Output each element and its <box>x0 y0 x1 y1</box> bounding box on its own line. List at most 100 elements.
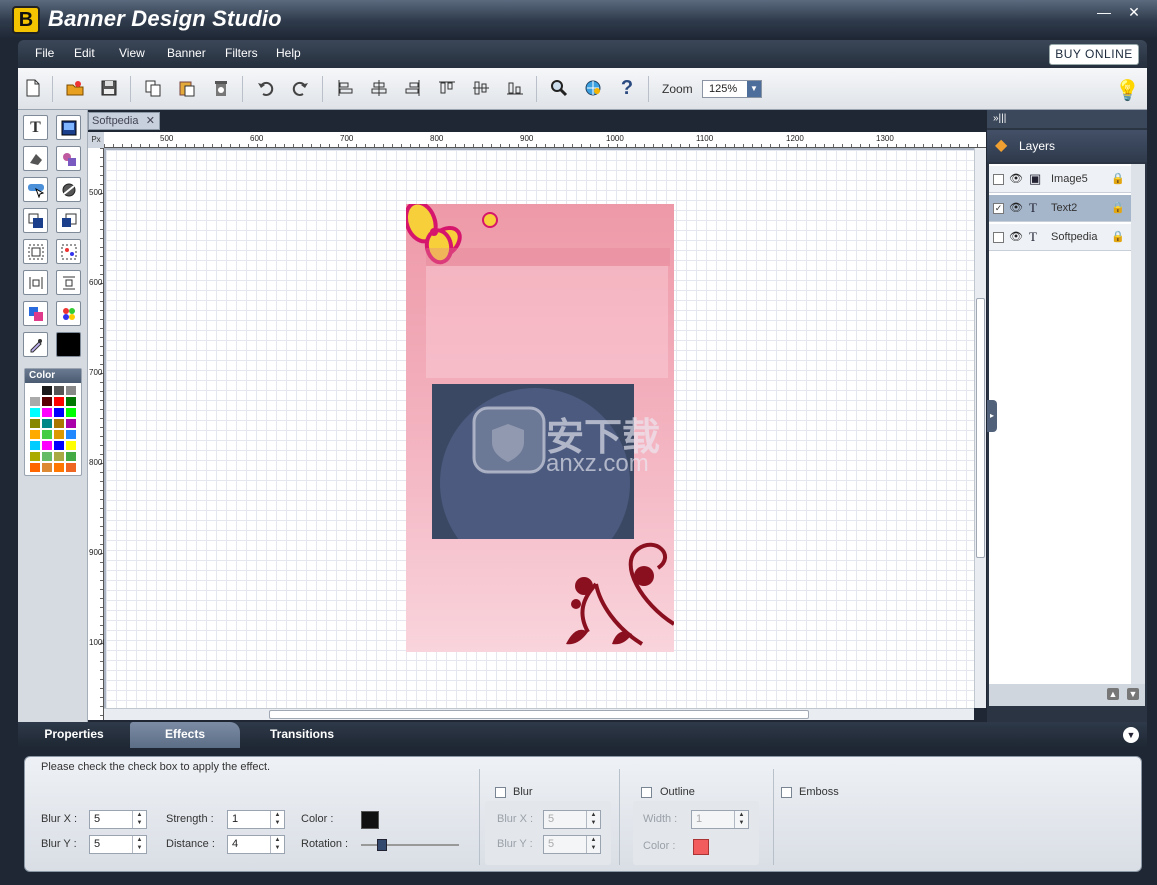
help-icon[interactable]: ? <box>616 77 638 99</box>
color-swatch[interactable] <box>53 462 65 473</box>
outline-color-swatch[interactable] <box>693 839 709 855</box>
magnifier-icon[interactable] <box>548 77 570 99</box>
color-swatch[interactable] <box>53 396 65 407</box>
button-tool-icon[interactable] <box>23 177 48 202</box>
send-backward-icon[interactable] <box>56 208 81 233</box>
image-tool-icon[interactable] <box>56 115 81 140</box>
color-swatch[interactable] <box>65 462 77 473</box>
paste-icon[interactable] <box>176 77 198 99</box>
eyedropper-icon[interactable] <box>23 332 48 357</box>
close-tab-icon[interactable]: ✕ <box>146 113 155 129</box>
layers-scrollbar[interactable] <box>1131 164 1145 684</box>
color-swatch[interactable] <box>41 385 53 396</box>
layer-row[interactable]: ✓ 👁 T Text2 🔒 <box>989 195 1131 222</box>
menu-view[interactable]: View <box>119 46 145 60</box>
redo-icon[interactable] <box>290 77 312 99</box>
distribute-h-icon[interactable] <box>23 270 48 295</box>
clipart-tool-icon[interactable] <box>56 146 81 171</box>
color-swatch[interactable] <box>29 451 41 462</box>
panel-splitter[interactable]: ▸ <box>987 400 997 432</box>
layer-checkbox[interactable] <box>993 232 1004 243</box>
color-swatch[interactable] <box>29 429 41 440</box>
menu-banner[interactable]: Banner <box>167 46 206 60</box>
shadow-blur-y-input[interactable]: 5 ▲ ▼ <box>89 835 147 854</box>
close-button[interactable]: ✕ <box>1119 2 1149 22</box>
menu-edit[interactable]: Edit <box>74 46 95 60</box>
color-swatch[interactable] <box>65 451 77 462</box>
undo-icon[interactable] <box>254 77 276 99</box>
color-swatch[interactable] <box>65 418 77 429</box>
color-swatch[interactable] <box>53 418 65 429</box>
lock-icon[interactable]: 🔒 <box>1111 172 1125 185</box>
color-swatch[interactable] <box>29 440 41 451</box>
color-swatch[interactable] <box>29 418 41 429</box>
shadow-strength-input[interactable]: 1 ▲ ▼ <box>227 810 285 829</box>
tab-transitions[interactable]: Transitions <box>248 722 356 748</box>
ungroup-icon[interactable] <box>56 239 81 264</box>
layer-checkbox[interactable] <box>993 174 1004 185</box>
color-swatch[interactable] <box>53 429 65 440</box>
text-tool-icon[interactable]: T <box>23 115 48 140</box>
color-wheel-icon[interactable] <box>56 301 81 326</box>
fill-tool-icon[interactable] <box>23 301 48 326</box>
tab-properties[interactable]: Properties <box>26 722 122 748</box>
layer-row[interactable]: 👁 ▣ Image5 🔒 <box>989 166 1131 193</box>
lock-icon[interactable]: 🔒 <box>1111 230 1125 243</box>
canvas-horizontal-scrollbar[interactable] <box>104 708 974 720</box>
color-swatch[interactable] <box>41 418 53 429</box>
align-top-icon[interactable] <box>436 77 458 99</box>
color-swatch[interactable] <box>65 407 77 418</box>
tip-bulb-icon[interactable]: 💡 <box>1115 78 1140 103</box>
blur-x-input[interactable]: 5 ▲ ▼ <box>543 810 601 829</box>
distribute-v-icon[interactable] <box>56 270 81 295</box>
color-swatch[interactable] <box>29 462 41 473</box>
panel-collapse-toggle[interactable]: »||| <box>987 110 1147 128</box>
color-swatch[interactable] <box>29 407 41 418</box>
shadow-color-swatch[interactable] <box>361 811 379 829</box>
current-color-swatch[interactable] <box>56 332 81 357</box>
eye-icon[interactable]: 👁 <box>1009 230 1023 243</box>
group-icon[interactable] <box>23 239 48 264</box>
color-swatch[interactable] <box>41 429 53 440</box>
color-swatch[interactable] <box>41 462 53 473</box>
ellipse-tool-icon[interactable] <box>56 177 81 202</box>
save-icon[interactable] <box>98 77 120 99</box>
outline-checkbox[interactable] <box>641 787 652 798</box>
collapse-panel-icon[interactable]: ▼ <box>1123 727 1139 743</box>
align-right-icon[interactable] <box>402 77 424 99</box>
chevron-down-icon[interactable]: ▼ <box>747 81 761 97</box>
new-file-icon[interactable] <box>22 77 44 99</box>
color-swatch[interactable] <box>41 396 53 407</box>
document-tab[interactable]: Softpedia ✕ <box>88 112 160 130</box>
layer-row[interactable]: 👁 T Softpedia 🔒 <box>989 224 1131 251</box>
outline-width-input[interactable]: 1 ▲ ▼ <box>691 810 749 829</box>
color-swatch[interactable] <box>41 440 53 451</box>
slider-knob[interactable] <box>377 839 387 851</box>
shadow-distance-input[interactable]: 4 ▲ ▼ <box>227 835 285 854</box>
move-layer-up-icon[interactable]: ▲ <box>1107 688 1119 700</box>
move-layer-down-icon[interactable]: ▼ <box>1127 688 1139 700</box>
buy-online-button[interactable]: BUY ONLINE <box>1049 44 1139 65</box>
align-center-icon[interactable] <box>368 77 390 99</box>
color-swatch[interactable] <box>65 385 77 396</box>
blur-checkbox[interactable] <box>495 787 506 798</box>
align-bottom-icon[interactable] <box>504 77 526 99</box>
canvas-vertical-scrollbar[interactable] <box>974 148 986 708</box>
color-swatch[interactable] <box>65 396 77 407</box>
tab-effects[interactable]: Effects <box>130 722 240 748</box>
layer-checkbox[interactable]: ✓ <box>993 203 1004 214</box>
menu-filters[interactable]: Filters <box>225 46 258 60</box>
emboss-checkbox[interactable] <box>781 787 792 798</box>
color-swatch[interactable] <box>41 407 53 418</box>
delete-icon[interactable] <box>210 77 232 99</box>
align-middle-icon[interactable] <box>470 77 492 99</box>
color-swatch[interactable] <box>53 385 65 396</box>
shape-tool-icon[interactable] <box>23 146 48 171</box>
preview-globe-icon[interactable] <box>582 77 604 99</box>
shadow-rotation-slider[interactable] <box>361 839 459 851</box>
align-left-icon[interactable] <box>334 77 356 99</box>
open-file-icon[interactable] <box>64 77 86 99</box>
zoom-select[interactable]: 125% ▼ <box>702 80 762 98</box>
color-swatch[interactable] <box>29 385 41 396</box>
copy-icon[interactable] <box>142 77 164 99</box>
